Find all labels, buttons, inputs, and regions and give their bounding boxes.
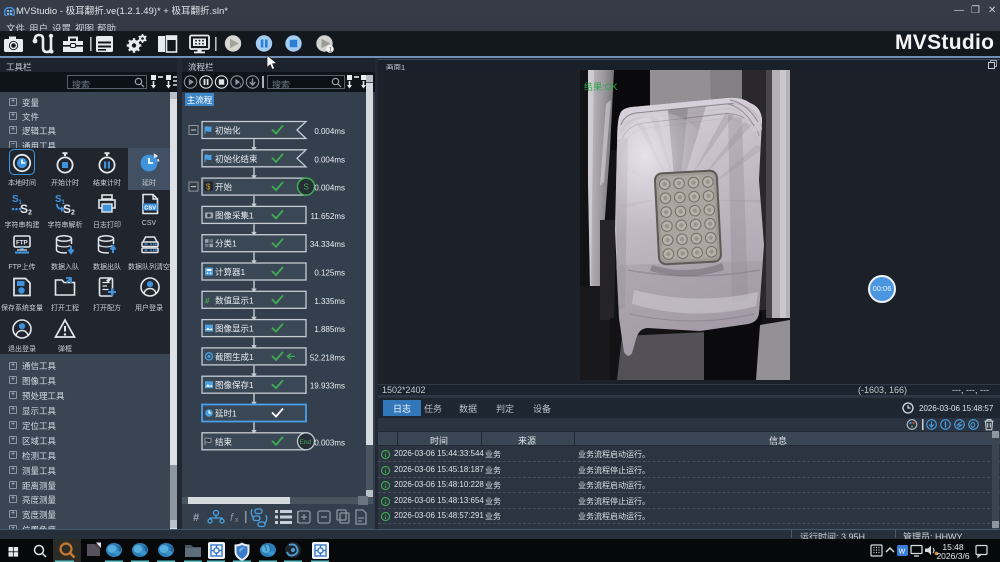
svg-text:0.125ms: 0.125ms <box>314 269 345 278</box>
svg-text:2026/3/6: 2026/3/6 <box>936 551 969 561</box>
svg-text:W: W <box>899 548 906 555</box>
svg-text:End: End <box>300 439 312 446</box>
svg-text:分类1: 分类1 <box>215 239 237 249</box>
svg-text:2: 2 <box>71 210 75 216</box>
svg-text:图像显示1: 图像显示1 <box>215 324 254 334</box>
svg-text:11.652ms: 11.652ms <box>310 212 345 221</box>
svg-text:数值显示1: 数值显示1 <box>215 295 254 305</box>
svg-text:#: # <box>193 512 199 524</box>
svg-text:S: S <box>304 183 309 192</box>
svg-text:1: 1 <box>239 83 242 89</box>
svg-text:0.004ms: 0.004ms <box>314 127 345 136</box>
svg-text:结果:OK: 结果:OK <box>584 81 618 92</box>
svg-text:结束: 结束 <box>215 437 233 447</box>
svg-text:2: 2 <box>28 210 32 216</box>
svg-text:延时1: 延时1 <box>215 409 237 419</box>
svg-text:0.003ms: 0.003ms <box>314 438 345 447</box>
svg-text:34.334ms: 34.334ms <box>310 240 345 249</box>
svg-text:19.933ms: 19.933ms <box>310 382 345 391</box>
svg-text:CSV: CSV <box>144 205 156 211</box>
svg-text:52.218ms: 52.218ms <box>310 353 345 362</box>
svg-text:1: 1 <box>329 47 333 54</box>
svg-text:$: $ <box>206 183 211 192</box>
svg-text:1.885ms: 1.885ms <box>314 325 345 334</box>
svg-text:计算器1: 计算器1 <box>215 267 246 277</box>
svg-text:S: S <box>20 202 28 215</box>
svg-text:0.004ms: 0.004ms <box>314 184 345 193</box>
svg-text:x: x <box>235 517 239 524</box>
svg-text:开始: 开始 <box>215 182 233 192</box>
svg-text:0.004ms: 0.004ms <box>314 155 345 164</box>
svg-text:截图生成1: 截图生成1 <box>215 352 254 362</box>
svg-text:初始化: 初始化 <box>215 126 241 136</box>
svg-text:f: f <box>230 512 234 524</box>
svg-text:FTP: FTP <box>16 240 28 247</box>
svg-text:1.335ms: 1.335ms <box>314 297 345 306</box>
svg-text:#: # <box>205 296 210 305</box>
svg-text:初始化结束: 初始化结束 <box>215 154 258 164</box>
svg-text:图像采集1: 图像采集1 <box>215 210 254 220</box>
svg-text:图像保存1: 图像保存1 <box>215 380 254 390</box>
